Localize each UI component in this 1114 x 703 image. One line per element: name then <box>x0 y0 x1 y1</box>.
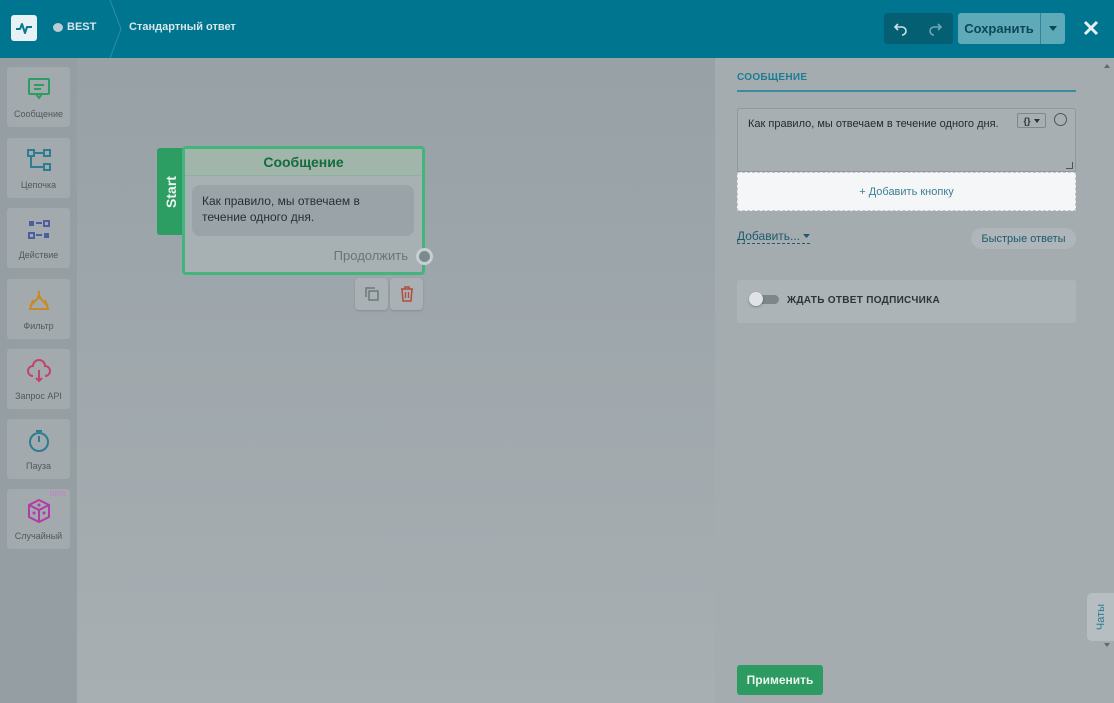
tool-chain[interactable]: Цепочка <box>7 138 70 198</box>
insert-variable-button[interactable]: {} <box>1017 113 1046 128</box>
chats-label: Чаты <box>1094 603 1107 631</box>
tool-api-request[interactable]: Запрос API <box>7 349 70 409</box>
tool-label: Пауза <box>25 461 51 471</box>
redo-icon <box>929 22 942 36</box>
copy-icon <box>364 287 379 301</box>
workspace-switcher[interactable]: BEST <box>53 21 96 33</box>
start-label: Start <box>163 175 179 208</box>
emoji-icon[interactable] <box>1054 113 1067 126</box>
section-title: СООБЩЕНИЕ <box>737 72 808 83</box>
wait-reply-toggle[interactable] <box>749 292 779 306</box>
history-controls <box>884 13 953 44</box>
chevron-down-icon <box>1033 118 1040 123</box>
message-icon <box>27 78 50 100</box>
redo-button[interactable] <box>918 13 952 44</box>
flow-title[interactable]: Стандартный ответ <box>129 21 236 33</box>
chain-icon <box>26 149 51 171</box>
scroll-up-arrow[interactable] <box>1104 64 1110 68</box>
scroll-down-arrow[interactable] <box>1104 643 1110 647</box>
tool-label: Цепочка <box>20 180 57 190</box>
node-output-port[interactable] <box>416 248 433 265</box>
workspace-name: BEST <box>67 21 97 33</box>
section-divider <box>737 90 1076 92</box>
save-button[interactable]: Сохранить <box>958 13 1040 44</box>
start-marker: Start <box>157 148 185 235</box>
node-message-bubble[interactable]: Как правило, мы отвечаем в течение одног… <box>192 185 414 236</box>
duplicate-node-button[interactable] <box>355 278 388 310</box>
save-options-button[interactable] <box>1040 13 1065 44</box>
trash-icon <box>400 286 413 302</box>
filter-icon <box>28 291 49 310</box>
close-icon <box>1083 20 1099 36</box>
delete-node-button[interactable] <box>390 278 423 310</box>
tool-label: Случайный <box>14 531 63 541</box>
close-button[interactable] <box>1079 15 1103 41</box>
tool-label: Сообщение <box>14 109 63 119</box>
quick-replies-button[interactable]: Быстрые ответы <box>971 228 1076 249</box>
api-request-icon <box>26 359 51 383</box>
tool-label: Действие <box>18 250 59 260</box>
tool-random[interactable]: NEW Случайный <box>7 489 70 549</box>
properties-panel: СООБЩЕНИЕ Как правило, мы отвечаем в теч… <box>715 58 1114 703</box>
tool-label: Запрос API <box>15 391 62 401</box>
message-text-editor[interactable]: Как правило, мы отвечаем в течение одног… <box>737 108 1076 172</box>
new-badge: NEW <box>49 491 66 498</box>
chat-bubble-icon <box>53 22 63 32</box>
chats-side-tab[interactable]: Чаты <box>1087 593 1114 641</box>
app-logo-icon[interactable] <box>11 15 37 41</box>
message-node[interactable]: Сообщение Как правило, мы отвечаем в теч… <box>182 146 433 275</box>
tool-message[interactable]: Сообщение <box>7 67 70 127</box>
undo-button[interactable] <box>884 13 918 44</box>
action-icon <box>27 220 50 239</box>
resize-handle[interactable] <box>1066 162 1073 169</box>
dice-icon <box>27 498 50 524</box>
tool-filter[interactable]: Фильтр <box>7 279 70 339</box>
chevron-down-icon <box>803 234 811 238</box>
tool-action[interactable]: Действие <box>7 208 70 268</box>
wait-reply-option: ЖДАТЬ ОТВЕТ ПОДПИСЧИКА <box>737 280 1076 323</box>
variables-label: {} <box>1023 115 1031 126</box>
breadcrumb-separator <box>109 0 122 58</box>
block-palette: Сообщение Цепочка Действие Фильтр Запрос… <box>0 58 77 703</box>
wait-reply-label: ЖДАТЬ ОТВЕТ ПОДПИСЧИКА <box>787 295 941 306</box>
add-button-button[interactable]: + Добавить кнопку <box>737 172 1076 211</box>
continue-label: Продолжить <box>333 248 408 263</box>
message-text[interactable]: Как правило, мы отвечаем в течение одног… <box>748 116 1010 132</box>
timer-icon <box>28 430 49 452</box>
apply-button[interactable]: Применить <box>737 665 823 695</box>
add-more-dropdown[interactable]: Добавить... <box>737 229 811 244</box>
tool-label: Фильтр <box>23 321 54 331</box>
chevron-down-icon <box>1049 26 1057 31</box>
add-more-label: Добавить... <box>737 229 801 243</box>
undo-icon <box>894 22 907 36</box>
node-title: Сообщение <box>185 149 422 176</box>
tool-pause[interactable]: Пауза <box>7 419 70 479</box>
top-bar: BEST Стандартный ответ Сохранить <box>0 0 1114 58</box>
